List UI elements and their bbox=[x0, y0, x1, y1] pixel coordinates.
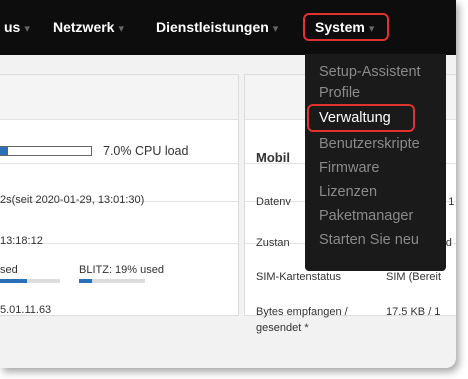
menu-item-starten-sie-neu[interactable]: Starten Sie neu bbox=[319, 232, 419, 248]
cpu-load-label: 7.0% CPU load bbox=[103, 144, 189, 158]
nav-item-label: Dienstleistungen bbox=[156, 19, 269, 35]
cpu-row bbox=[0, 75, 238, 119]
mobile-row-label: Zustan bbox=[256, 237, 290, 249]
chevron-down-icon: ▾ bbox=[272, 23, 279, 35]
chevron-down-icon: ▾ bbox=[118, 23, 124, 35]
app-frame: us ▾ Netzwerk ▾ Dienstleistungen ▾ System ▾ … bbox=[0, 0, 456, 368]
memory-progress bbox=[0, 279, 60, 283]
menu-item-profile[interactable]: Profile bbox=[319, 85, 360, 101]
system-dropdown-menu: Setup-Assistent Profile Verwaltung Benut… bbox=[305, 54, 446, 271]
system-highlight-box bbox=[303, 13, 389, 41]
local-time-value: 13:18:12 bbox=[0, 235, 43, 247]
mobile-row-label: Datenv bbox=[256, 196, 291, 208]
chevron-down-icon: ▾ bbox=[24, 23, 30, 35]
mobile-row-label-continued: gesendet * bbox=[256, 322, 309, 334]
memory-progress-fill bbox=[0, 279, 27, 283]
cpu-load-progress bbox=[0, 146, 92, 156]
blitz-memory-label: BLITZ: 19% used bbox=[79, 264, 164, 276]
main-navbar: us ▾ Netzwerk ▾ Dienstleistungen ▾ System ▾ bbox=[0, 0, 456, 55]
mobile-panel-title: Mobil bbox=[256, 150, 290, 165]
nav-item-status[interactable]: us ▾ bbox=[4, 19, 30, 35]
uptime-value: 2s(seit 2020-01-29, 13:01:30) bbox=[0, 194, 145, 206]
mobile-row-label: Bytes empfangen / bbox=[256, 306, 348, 318]
nav-item-dienstleistungen[interactable]: Dienstleistungen ▾ bbox=[156, 19, 278, 35]
mobile-row-label: SIM-Kartenstatus bbox=[256, 271, 341, 283]
memory-used-label: sed bbox=[0, 264, 18, 276]
firmware-version: 5.01.11.63 bbox=[0, 304, 52, 316]
menu-item-firmware[interactable]: Firmware bbox=[319, 160, 379, 176]
nav-item-netzwerk[interactable]: Netzwerk ▾ bbox=[53, 19, 124, 35]
nav-item-label: Netzwerk bbox=[53, 19, 115, 35]
menu-item-benutzerskripte[interactable]: Benutzerskripte bbox=[319, 136, 420, 152]
menu-item-lizenzen[interactable]: Lizenzen bbox=[319, 184, 377, 200]
cpu-load-fill bbox=[0, 147, 9, 155]
blitz-progress bbox=[79, 279, 145, 283]
mobile-row-value: SIM (Bereit bbox=[386, 271, 442, 283]
blitz-progress-fill bbox=[79, 279, 92, 283]
mobile-row-value: 17.5 KB / 1 bbox=[386, 306, 441, 318]
verwaltung-highlight-box bbox=[307, 104, 415, 132]
nav-item-label: us bbox=[4, 19, 21, 35]
menu-item-paketmanager[interactable]: Paketmanager bbox=[319, 208, 413, 224]
menu-item-setup-assistent[interactable]: Setup-Assistent bbox=[319, 64, 421, 80]
